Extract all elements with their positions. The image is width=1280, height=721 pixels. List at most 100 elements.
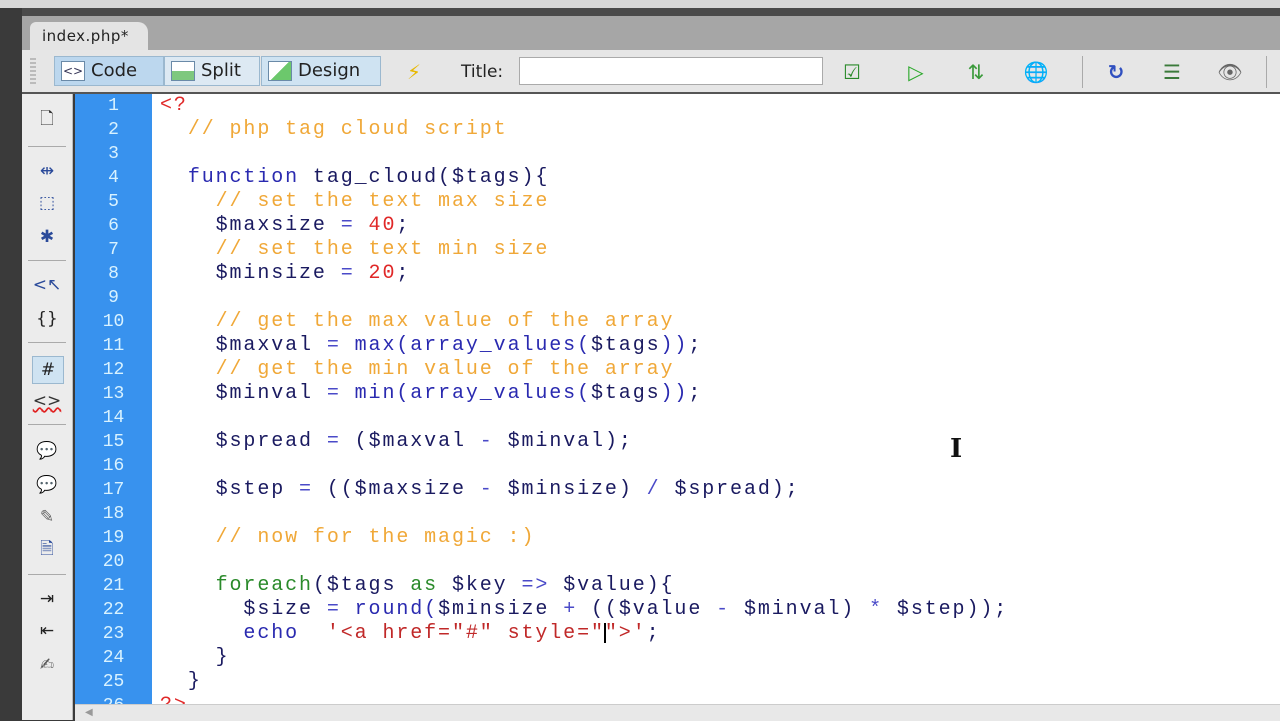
code-line[interactable]: function tag_cloud($tags){ — [160, 166, 549, 190]
code-token-punc: ; — [396, 214, 411, 237]
code-line[interactable]: $minsize = 20; — [160, 262, 410, 286]
scroll-left-arrow-icon[interactable]: ◀ — [85, 707, 93, 718]
code-line[interactable]: // set the text max size — [160, 190, 549, 214]
code-token-var: $minsize — [438, 598, 550, 621]
code-token-tag: ?> — [160, 694, 188, 704]
indent-code-icon[interactable]: ⇥ — [32, 586, 62, 612]
live-view-icon[interactable]: ⚡ — [396, 59, 432, 85]
code-token-comment: // get the max value of the array — [215, 310, 675, 333]
collapse-selection-icon[interactable]: ⬚ — [32, 190, 62, 216]
code-token-punc: ; — [396, 262, 411, 285]
code-token-op: = — [312, 334, 355, 357]
code-token-punc: ) — [618, 478, 633, 501]
balance-braces-icon[interactable]: {} — [32, 306, 62, 332]
coding-toolbar: 🗋 ⇹ ⬚ ✱ <↖ {} # <> 💬 💬 ✎ 🗎 ⇥ ⇤ ✍ — [22, 94, 73, 720]
line-number: 21 — [102, 576, 125, 596]
code-token-var: $maxval — [215, 334, 313, 357]
code-line[interactable]: $spread = ($maxval - $minval); — [160, 430, 633, 454]
code-line[interactable]: $maxval = max(array_values($tags)); — [160, 334, 702, 358]
browser-check-icon[interactable]: 🌐 — [1018, 59, 1054, 85]
wrap-tag-icon[interactable]: ✎ — [32, 504, 62, 530]
code-line[interactable]: ?> — [160, 694, 188, 704]
code-token-ctl: foreach — [215, 574, 313, 597]
sidebar-divider — [28, 574, 66, 575]
visual-aids-icon[interactable]: 👁 — [1212, 59, 1248, 85]
code-line[interactable]: // get the max value of the array — [160, 310, 674, 334]
code-line[interactable]: } — [160, 670, 202, 694]
code-line[interactable]: // php tag cloud script — [160, 118, 508, 142]
recent-snippets-icon[interactable]: 🗎 — [32, 536, 62, 562]
window-frame — [0, 0, 1280, 8]
format-source-icon[interactable]: ✍ — [32, 652, 62, 678]
title-input[interactable] — [519, 57, 823, 85]
apply-comment-icon[interactable]: 💬 — [32, 438, 62, 464]
open-documents-icon[interactable]: 🗋 — [32, 106, 62, 132]
code-token-punc: tag_cloud( — [299, 166, 452, 189]
code-line[interactable]: $size = round($minsize + (($value - $min… — [160, 598, 1008, 622]
line-number: 19 — [102, 528, 125, 548]
code-editor[interactable]: <? // php tag cloud script function tag_… — [152, 94, 1280, 704]
split-view-button[interactable]: Split — [164, 56, 260, 86]
horizontal-scrollbar[interactable]: ◀ — [75, 704, 1280, 721]
code-token-var: $step — [215, 478, 286, 501]
line-number: 9 — [108, 288, 119, 308]
document-tab-index-php[interactable]: index.php* — [30, 22, 148, 50]
code-token-punc: (( — [326, 478, 355, 501]
code-line[interactable]: foreach($tags as $key => $value){ — [160, 574, 674, 598]
code-line[interactable]: $step = (($maxsize - $minsize) / $spread… — [160, 478, 800, 502]
sidebar-divider — [28, 342, 66, 343]
outdent-code-icon[interactable]: ⇤ — [32, 618, 62, 644]
refresh-icon[interactable]: ↻ — [1098, 59, 1134, 85]
line-number: 23 — [102, 624, 125, 644]
line-number: 17 — [102, 480, 125, 500]
design-view-button[interactable]: Design — [261, 56, 381, 86]
toolbar-grip[interactable] — [30, 58, 36, 84]
code-view-button[interactable]: <> Code — [54, 56, 164, 86]
code-line[interactable]: // get the min value of the array — [160, 358, 674, 382]
expand-all-icon[interactable]: ✱ — [32, 224, 62, 250]
code-token-op: = — [285, 478, 327, 501]
code-token-var: $maxsize — [354, 478, 466, 501]
validate-markup-icon[interactable]: ☑ — [834, 59, 870, 85]
code-token-op: / — [632, 478, 675, 501]
design-view-label: Design — [298, 60, 361, 81]
preview-debug-icon[interactable]: ▷ — [898, 59, 934, 85]
line-number: 1 — [108, 96, 119, 116]
collapse-tag-icon[interactable]: ⇹ — [32, 158, 62, 184]
code-line[interactable]: $maxsize = 40; — [160, 214, 410, 238]
code-token-punc: ){ — [646, 574, 675, 597]
code-line[interactable]: $minval = min(array_values($tags)); — [160, 382, 702, 406]
code-line[interactable]: // now for the magic :) — [160, 526, 535, 550]
line-number-gutter: 1 2 3 4 5 6 7 8 9 10 11 12 13 14 15 16 17 18 19 20 21 22 23 24 2… — [75, 94, 152, 716]
code-token-str: '<a href="#" style=" — [326, 622, 605, 645]
select-parent-tag-icon[interactable]: <↖ — [32, 272, 62, 298]
code-line[interactable]: } — [160, 646, 230, 670]
code-token-op: = — [326, 214, 369, 237]
code-line[interactable]: // set the text min size — [160, 238, 549, 262]
title-label: Title: — [461, 62, 504, 82]
code-token-fn: echo — [243, 622, 300, 645]
remove-comment-icon[interactable]: 💬 — [32, 472, 62, 498]
code-line[interactable]: echo '<a href="#" style="">'; — [160, 622, 661, 646]
line-number: 11 — [102, 336, 125, 356]
document-toolbar: <> Code Split Design ⚡ Title: ☑ ▷ ⇅ 🌐 ↻ … — [22, 50, 1280, 94]
code-token-var: $tags — [591, 334, 661, 357]
code-token-num: 40 — [368, 214, 397, 237]
code-token-punc: ); — [604, 430, 633, 453]
file-transfer-icon[interactable]: ⇅ — [958, 59, 994, 85]
line-numbers-icon[interactable]: # — [32, 356, 64, 384]
view-options-icon[interactable]: ☰ — [1154, 59, 1190, 85]
highlight-invalid-code-icon[interactable]: <> — [32, 388, 62, 414]
code-token-var: $minval — [215, 382, 313, 405]
code-token-var: $tags — [326, 574, 397, 597]
line-number: 3 — [108, 144, 119, 164]
code-line[interactable]: <? — [160, 94, 188, 118]
